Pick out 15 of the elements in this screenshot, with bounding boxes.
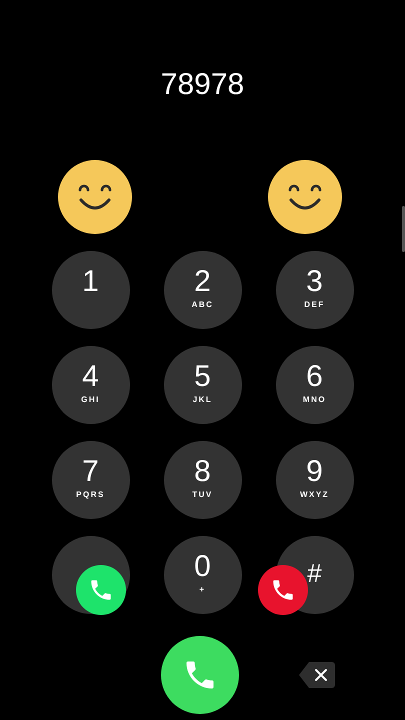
dial-key[interactable]: 3 DEF	[276, 251, 354, 329]
dial-key[interactable]: 2 ABC	[164, 251, 242, 329]
dial-key[interactable]: 9 WXYZ	[276, 441, 354, 519]
dial-key[interactable]: 6 MNO	[276, 346, 354, 424]
dial-key[interactable]: 1	[52, 251, 130, 329]
dialed-number: 78978	[160, 68, 244, 102]
dial-key[interactable]: 8 TUV	[164, 441, 242, 519]
smiley-icon	[268, 160, 342, 234]
decline-call-button[interactable]	[258, 565, 308, 615]
dial-key[interactable]: 7 PQRS	[52, 441, 130, 519]
dial-key[interactable]: 4 GHI	[52, 346, 130, 424]
backspace-button[interactable]	[299, 662, 335, 688]
dial-key[interactable]: 5 JKL	[164, 346, 242, 424]
dial-key[interactable]: 0 +	[164, 536, 242, 614]
smiley-icon	[58, 160, 132, 234]
